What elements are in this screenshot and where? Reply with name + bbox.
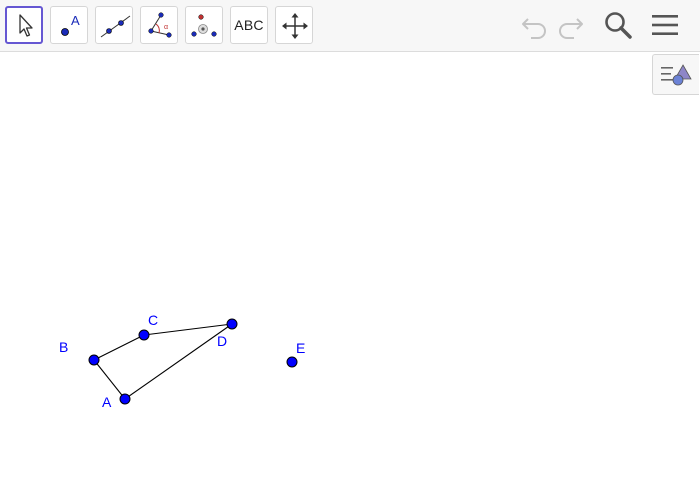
reflect-about-point-icon	[191, 14, 217, 37]
search-button[interactable]	[601, 8, 635, 42]
menu-icon	[652, 15, 678, 35]
undo-button[interactable]	[518, 8, 552, 42]
point-tool-label: A	[71, 13, 80, 28]
label-d: D	[217, 333, 227, 349]
graphics-view[interactable]: A B C D E	[0, 53, 700, 500]
points	[88, 318, 298, 405]
svg-text:α: α	[164, 24, 168, 31]
point-tool-icon: A	[61, 13, 80, 36]
search-icon	[605, 12, 632, 39]
angle-tool-icon: α	[148, 12, 172, 38]
tool-text[interactable]: ABC	[230, 6, 268, 44]
tool-reflect[interactable]	[185, 6, 223, 44]
move-arrows-icon	[282, 13, 308, 39]
cursor-arrow-icon	[19, 14, 33, 37]
text-tool-label: ABC	[234, 17, 264, 33]
tool-move-graphics-view[interactable]	[275, 6, 313, 44]
redo-button[interactable]	[553, 8, 587, 42]
point-b[interactable]	[88, 354, 100, 366]
point-e[interactable]	[286, 356, 298, 368]
tool-line[interactable]	[95, 6, 133, 44]
segments	[93, 323, 233, 400]
tool-move[interactable]	[5, 6, 43, 44]
menu-button[interactable]	[648, 8, 682, 42]
line-tool-icon	[100, 15, 131, 38]
label-e: E	[296, 340, 305, 356]
point-d[interactable]	[226, 318, 238, 330]
point-a[interactable]	[119, 393, 131, 405]
tool-angle[interactable]: α	[140, 6, 178, 44]
label-a: A	[102, 394, 112, 410]
point-c[interactable]	[138, 329, 150, 341]
tool-point[interactable]: A	[50, 6, 88, 44]
redo-icon	[559, 18, 583, 39]
label-c: C	[148, 312, 158, 328]
segment-b-c[interactable]	[93, 334, 145, 361]
undo-icon	[522, 18, 546, 39]
toolbar: A α ABC	[0, 0, 700, 52]
label-b: B	[59, 339, 68, 355]
